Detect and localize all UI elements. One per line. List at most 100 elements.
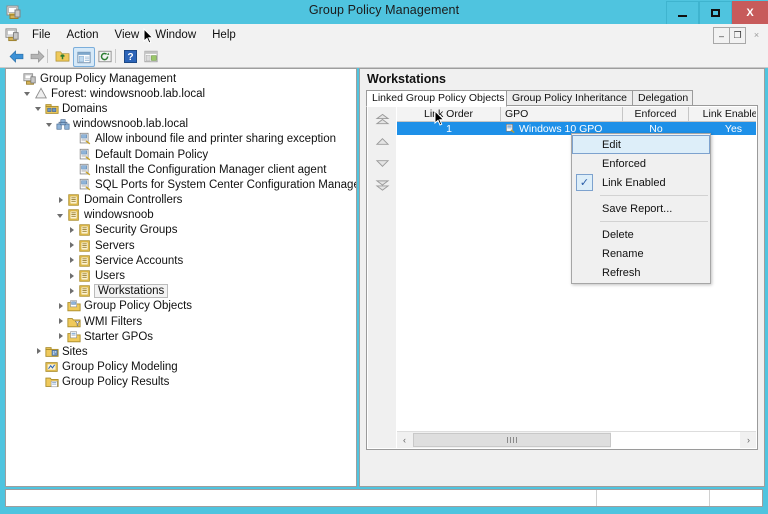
tree-item-servers[interactable]: Servers xyxy=(6,238,356,253)
tree-item-domains[interactable]: Domains xyxy=(6,101,356,116)
context-menu-item-delete[interactable]: Delete xyxy=(572,225,710,244)
context-menu-item-label: Edit xyxy=(602,139,621,151)
forward-button[interactable] xyxy=(27,47,47,65)
tree-item-group-policy-objects[interactable]: Group Policy Objects xyxy=(6,299,356,314)
tree-item-label: WMI Filters xyxy=(84,316,146,328)
menu-action[interactable]: Action xyxy=(59,27,107,43)
context-menu-separator xyxy=(600,221,708,222)
menu-file[interactable]: File xyxy=(24,27,59,43)
tree-item-group-policy-modeling[interactable]: Group Policy Modeling xyxy=(6,360,356,375)
tree-item-wmi-filters[interactable]: WMI Filters xyxy=(6,314,356,329)
tree-item-default-domain-policy[interactable]: Default Domain Policy xyxy=(6,147,356,162)
expander-closed-icon[interactable] xyxy=(56,301,67,312)
maximize-button[interactable] xyxy=(699,1,732,25)
context-menu-item-edit[interactable]: Edit xyxy=(572,135,710,154)
scroll-left-arrow-icon[interactable]: ‹ xyxy=(397,432,412,448)
grid-column-header-2[interactable]: Enforced xyxy=(623,107,689,121)
expander-open-icon[interactable] xyxy=(45,119,56,130)
tree-item-group-policy-results[interactable]: Group Policy Results xyxy=(6,375,356,390)
tree-item-domain-controllers[interactable]: Domain Controllers xyxy=(6,193,356,208)
context-menu-item-label: Link Enabled xyxy=(602,177,666,189)
move-to-top-button[interactable] xyxy=(373,113,392,129)
tree-item-service-accounts[interactable]: Service Accounts xyxy=(6,253,356,268)
tree-item-label: Service Accounts xyxy=(95,255,187,267)
close-button[interactable]: X xyxy=(732,1,768,25)
move-to-bottom-button[interactable] xyxy=(373,179,392,195)
double-down-arrow-icon xyxy=(375,179,390,195)
scrollbar-thumb[interactable] xyxy=(413,433,611,447)
expander-closed-icon[interactable] xyxy=(67,240,78,251)
grid-column-header-3[interactable]: Link Enabled xyxy=(689,107,756,121)
context-menu-item-rename[interactable]: Rename xyxy=(572,244,710,263)
domain-icon xyxy=(56,117,70,131)
application-window: Group Policy Management X FileActionView… xyxy=(0,0,768,514)
tree-item-allow-inbound-file-and-printer-sharing-exception[interactable]: Allow inbound file and printer sharing e… xyxy=(6,132,356,147)
expander-open-icon[interactable] xyxy=(56,210,67,221)
context-menu-items: Edit Enforced✓Link Enabled Save Report... D… xyxy=(572,135,710,282)
back-button[interactable] xyxy=(6,47,26,65)
tab-group-policy-inheritance[interactable]: Group Policy Inheritance xyxy=(506,90,633,106)
svg-text:?: ? xyxy=(127,52,133,63)
menu-item-list: FileActionViewWindowHelp xyxy=(24,24,244,45)
minimize-button[interactable] xyxy=(666,1,699,25)
tree-item-windowsnoob[interactable]: windowsnoob xyxy=(6,208,356,223)
menu-view[interactable]: View xyxy=(107,27,148,43)
console-tree: Group Policy ManagementForest: windowsno… xyxy=(6,71,356,390)
tree-item-install-the-configuration-manager-client-agent[interactable]: Install the Configuration Manager client… xyxy=(6,162,356,177)
window-title: Group Policy Management xyxy=(0,3,768,17)
tree-item-sites[interactable]: Sites xyxy=(6,344,356,359)
grid-header-row: Link OrderGPOEnforcedLink EnabledGPO xyxy=(397,107,756,122)
scrollbar-track[interactable] xyxy=(611,432,740,448)
show-hide-console-tree-button[interactable] xyxy=(73,47,95,67)
expander-open-icon[interactable] xyxy=(23,88,34,99)
expander-closed-icon[interactable] xyxy=(67,225,78,236)
mdi-minimize-button[interactable]: – xyxy=(713,27,730,44)
console-tree-pane[interactable]: Group Policy ManagementForest: windowsno… xyxy=(5,68,357,487)
tree-item-security-groups[interactable]: Security Groups xyxy=(6,223,356,238)
tree-item-workstations[interactable]: Workstations xyxy=(6,284,356,299)
context-menu-item-link-enabled[interactable]: ✓Link Enabled xyxy=(572,173,710,192)
menu-help[interactable]: Help xyxy=(204,27,244,43)
expander-closed-icon[interactable] xyxy=(34,346,45,357)
tree-item-label: Domain Controllers xyxy=(84,194,186,206)
context-menu-item-save-report[interactable]: Save Report... xyxy=(572,199,710,218)
context-menu[interactable]: Edit Enforced✓Link Enabled Save Report... D… xyxy=(571,133,711,284)
expander-closed-icon[interactable] xyxy=(67,271,78,282)
mdi-restore-button[interactable]: ❐ xyxy=(729,27,746,44)
grid-column-header-1[interactable]: GPO xyxy=(501,107,623,121)
ou-icon xyxy=(67,208,81,222)
menu-window[interactable]: Window xyxy=(147,27,204,43)
horizontal-scrollbar[interactable]: ‹ › xyxy=(397,431,756,448)
refresh-button[interactable] xyxy=(95,47,115,65)
cell-link-order: 1 xyxy=(397,122,501,135)
context-menu-item-refresh[interactable]: Refresh xyxy=(572,263,710,282)
tab-linked-group-policy-objects[interactable]: Linked Group Policy Objects xyxy=(366,90,507,107)
move-up-button[interactable] xyxy=(373,135,392,151)
grid-column-header-0[interactable]: Link Order xyxy=(397,107,501,121)
expander-closed-icon[interactable] xyxy=(67,286,78,297)
tree-item-forest-windowsnoob-lab-local[interactable]: Forest: windowsnoob.lab.local xyxy=(6,86,356,101)
help-button[interactable]: ? xyxy=(120,47,140,65)
tree-item-label: windowsnoob xyxy=(84,209,158,221)
mdi-close-button[interactable]: × xyxy=(749,27,764,42)
tree-item-label: Allow inbound file and printer sharing e… xyxy=(95,133,340,145)
move-down-button[interactable] xyxy=(373,157,392,173)
wmi-filter-icon xyxy=(67,315,81,329)
tree-item-users[interactable]: Users xyxy=(6,268,356,283)
link-order-buttons xyxy=(368,107,396,448)
tree-item-group-policy-management[interactable]: Group Policy Management xyxy=(6,71,356,86)
tab-delegation[interactable]: Delegation xyxy=(632,90,693,106)
expander-open-icon[interactable] xyxy=(34,103,45,114)
expander-closed-icon[interactable] xyxy=(56,316,67,327)
expander-closed-icon[interactable] xyxy=(56,195,67,206)
up-one-level-button[interactable] xyxy=(52,47,72,65)
tree-item-sql-ports-for-system-center-configuration-manager[interactable]: SQL Ports for System Center Configuratio… xyxy=(6,177,356,192)
expander-closed-icon[interactable] xyxy=(67,255,78,266)
context-menu-item-enforced[interactable]: Enforced xyxy=(572,154,710,173)
tree-item-starter-gpos[interactable]: Starter GPOs xyxy=(6,329,356,344)
tree-item-windowsnoob-lab-local[interactable]: windowsnoob.lab.local xyxy=(6,117,356,132)
scroll-right-arrow-icon[interactable]: › xyxy=(741,432,756,448)
properties-button[interactable] xyxy=(141,47,161,65)
tree-item-label: Group Policy Management xyxy=(40,73,180,85)
expander-closed-icon[interactable] xyxy=(56,331,67,342)
